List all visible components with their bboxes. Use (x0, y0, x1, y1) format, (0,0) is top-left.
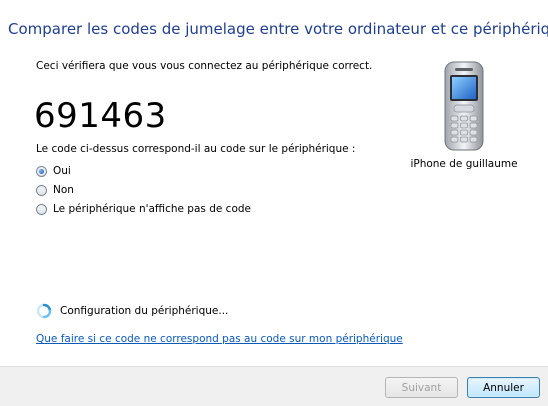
radio-no-code[interactable] (36, 203, 47, 215)
device-name: iPhone de guillaume (410, 158, 518, 170)
radio-no[interactable] (36, 184, 47, 196)
option-no-code-label: Le périphérique n'affiche pas de code (53, 203, 251, 215)
device-panel: iPhone de guillaume (404, 60, 524, 170)
mobile-phone-icon (444, 61, 484, 151)
next-button[interactable]: Suivant (385, 377, 458, 398)
intro-text: Ceci vérifiera que vous vous connectez a… (36, 60, 373, 72)
option-no-label: Non (53, 184, 74, 196)
help-link[interactable]: Que faire si ce code ne correspond pas a… (36, 333, 403, 345)
pairing-code: 691463 (34, 96, 167, 136)
status-text: Configuration du périphérique... (60, 305, 229, 317)
radio-yes[interactable] (36, 165, 47, 177)
option-yes-label: Oui (53, 165, 71, 177)
spinner-icon (36, 303, 52, 319)
option-no[interactable]: Non (36, 182, 74, 198)
cancel-button[interactable]: Annuler (467, 377, 540, 398)
option-no-code[interactable]: Le périphérique n'affiche pas de code (36, 201, 251, 217)
question-text: Le code ci-dessus correspond-il au code … (36, 143, 356, 155)
footer-bar: Suivant Annuler (0, 366, 548, 406)
option-yes[interactable]: Oui (36, 163, 71, 179)
page-title: Comparer les codes de jumelage entre vot… (8, 20, 548, 38)
status-area: Configuration du périphérique... (36, 303, 228, 319)
